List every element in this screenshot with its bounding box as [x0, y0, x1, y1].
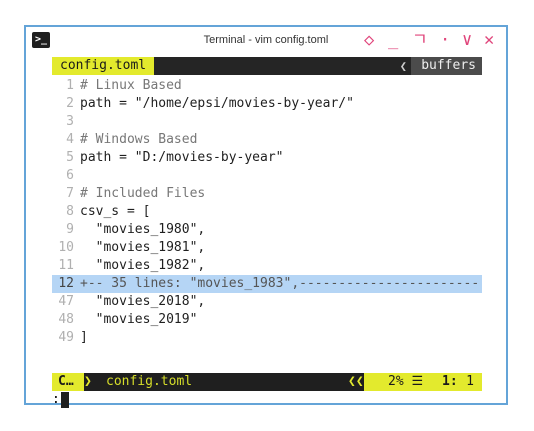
- code-comment: # Included Files: [80, 186, 206, 201]
- tab-config-toml[interactable]: config.toml: [52, 57, 155, 75]
- line-number: 48: [58, 312, 74, 327]
- line-number: 3: [66, 114, 74, 129]
- code-comment: # Linux Based: [80, 78, 182, 93]
- line-number: 12: [58, 276, 74, 291]
- title-bar[interactable]: >_ Terminal - vim config.toml ◇ _ ㄱ · ∨ …: [26, 27, 506, 55]
- code-text: path = "D:/movies-by-year": [80, 150, 284, 165]
- editor-line[interactable]: 7 # Included Files: [52, 185, 482, 203]
- editor-line[interactable]: 10 "movies_1981",: [52, 239, 482, 257]
- line-number: 1: [66, 78, 74, 93]
- code-text: +-- 35 lines: "movies_1983",------------…: [80, 276, 480, 291]
- editor-line[interactable]: 9 "movies_1980",: [52, 221, 482, 239]
- dot-icon[interactable]: ·: [440, 30, 450, 50]
- editor-line[interactable]: 3: [52, 113, 482, 131]
- maximize-icon[interactable]: ㄱ: [412, 30, 428, 50]
- code-text: "movies_1981",: [80, 240, 206, 255]
- code-text: "movies_2019": [80, 312, 198, 327]
- line-number: 6: [66, 168, 74, 183]
- line-number: 11: [58, 258, 74, 273]
- line-number: 4: [66, 132, 74, 147]
- editor-line[interactable]: 1 # Linux Based: [52, 77, 482, 95]
- line-number: 49: [58, 330, 74, 345]
- window-title: Terminal - vim config.toml: [203, 34, 329, 46]
- close-icon[interactable]: ✕: [484, 30, 494, 50]
- editor-line[interactable]: 5 path = "D:/movies-by-year": [52, 149, 482, 167]
- cursor-line: 1:: [442, 374, 458, 389]
- separator-arrow-icon: ❯: [84, 374, 92, 389]
- editor-line[interactable]: 8 csv_s = [: [52, 203, 482, 221]
- cursor-column: 1: [466, 374, 474, 389]
- buffers-arrow-icon: ❮: [399, 59, 407, 73]
- minimize-icon[interactable]: _: [388, 30, 398, 50]
- code-text: csv_s = [: [80, 204, 151, 219]
- code-text: "movies_2018",: [80, 294, 206, 309]
- chevron-down-icon[interactable]: ∨: [462, 30, 472, 50]
- line-number: 47: [58, 294, 74, 309]
- scroll-percent: 2% ☰: [388, 374, 424, 389]
- editor-line[interactable]: 6: [52, 167, 482, 185]
- line-number: 7: [66, 186, 74, 201]
- mode-indicator: C…: [52, 373, 84, 391]
- command-prompt: :: [52, 392, 60, 407]
- status-filename: config.toml: [106, 374, 193, 389]
- terminal-window: >_ Terminal - vim config.toml ◇ _ ㄱ · ∨ …: [24, 25, 508, 408]
- code-comment: # Windows Based: [80, 132, 198, 147]
- editor-line[interactable]: 47 "movies_2018",: [52, 293, 482, 311]
- vim-editor[interactable]: config.toml ❮ buffers 1 # Linux Based 2 pat…: [26, 55, 506, 408]
- folded-line[interactable]: 12 +-- 35 lines: "movies_1983",----------…: [52, 275, 482, 293]
- buffers-label: buffers: [411, 57, 482, 75]
- code-text: "movies_1982",: [80, 258, 206, 273]
- code-text: "movies_1980",: [80, 222, 206, 237]
- line-number: 9: [66, 222, 74, 237]
- statusline: C… ❯ config.toml ❮❮ 2% ☰ 1: 1: [52, 373, 482, 391]
- text-cursor: [60, 391, 69, 408]
- line-number: 10: [58, 240, 74, 255]
- editor-line[interactable]: 48 "movies_2019": [52, 311, 482, 329]
- line-number: 8: [66, 204, 74, 219]
- tabline: config.toml ❮ buffers: [52, 57, 482, 75]
- code-text: ]: [80, 330, 88, 345]
- diamond-icon[interactable]: ◇: [364, 30, 374, 50]
- line-number: 5: [66, 150, 74, 165]
- position-info: 2% ☰ 1: 1: [364, 373, 482, 391]
- editor-line[interactable]: 11 "movies_1982",: [52, 257, 482, 275]
- editor-line[interactable]: 2 path = "/home/epsi/movies-by-year/": [52, 95, 482, 113]
- editor-line[interactable]: 49]: [52, 329, 482, 347]
- editor-line[interactable]: 4 # Windows Based: [52, 131, 482, 149]
- line-number: 2: [66, 96, 74, 111]
- separator-left-arrows-icon: ❮❮: [348, 374, 364, 389]
- code-text: path = "/home/epsi/movies-by-year/": [80, 96, 354, 111]
- command-line[interactable]: :: [52, 391, 482, 409]
